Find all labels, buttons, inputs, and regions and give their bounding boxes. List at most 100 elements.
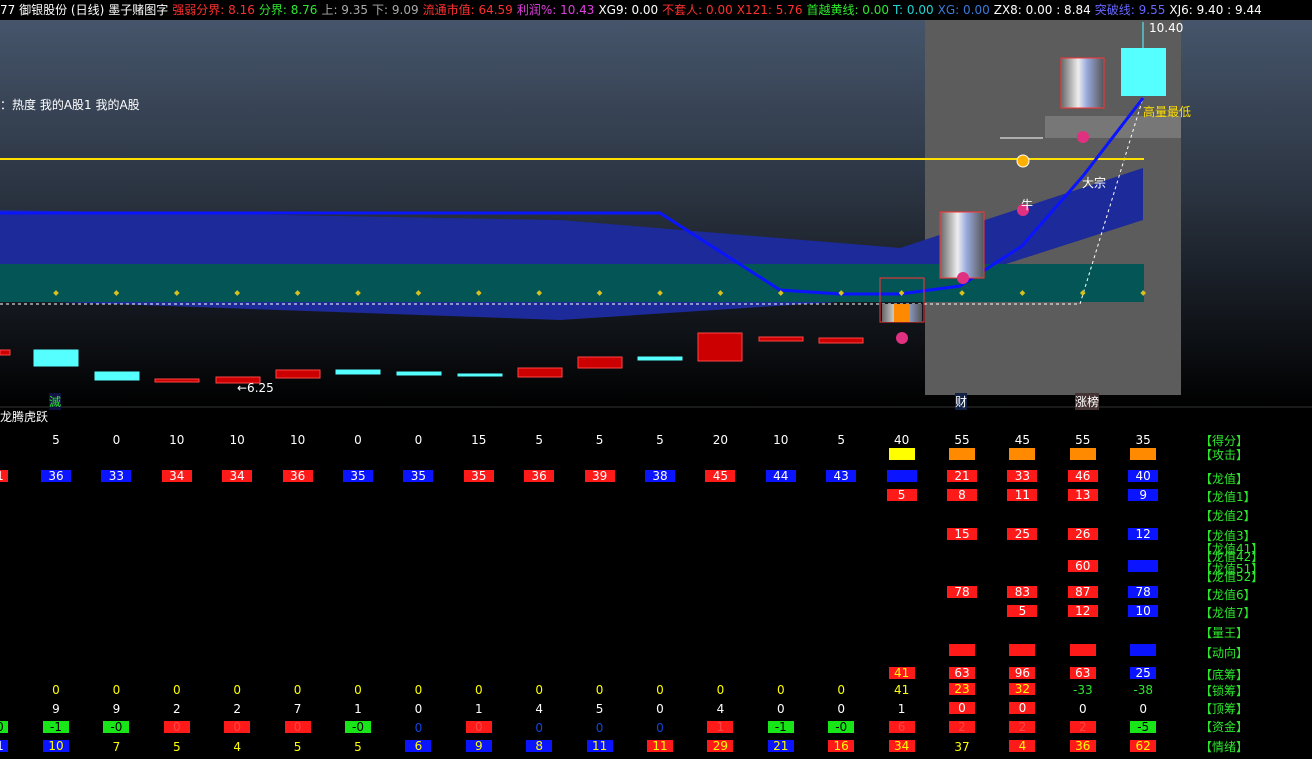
qingxu-value: 21 — [773, 739, 789, 753]
zijin-lead: 0 — [0, 720, 20, 734]
dazong-label: 大宗 — [1082, 176, 1107, 190]
qingxu-value: 9 — [474, 739, 483, 753]
qingxu-value: 34 — [893, 739, 910, 753]
candle-cyan-top — [1121, 48, 1166, 96]
dingchou-value: 0 — [837, 702, 845, 716]
flower-icon — [1077, 131, 1089, 143]
row-label: 【情绪】 — [1200, 740, 1249, 754]
candle — [758, 336, 804, 342]
dingchou-value: 0 — [1018, 701, 1027, 715]
info-item-5: 下: 9.09 — [372, 3, 419, 17]
dingchou-value: 0 — [776, 702, 785, 716]
score-value: 5 — [535, 433, 543, 447]
dingchou-value: 0 — [656, 702, 664, 716]
suochou-value: 41 — [893, 683, 910, 697]
suochou-value: 0 — [474, 683, 483, 697]
qingxu-value: 5 — [172, 740, 181, 754]
score-value: 45 — [1014, 433, 1031, 447]
row-label: 【龙值】 — [1200, 472, 1249, 486]
score-value: 40 — [893, 433, 910, 447]
attack-bar — [949, 448, 975, 460]
price-chart[interactable] — [0, 20, 1312, 408]
zijin-value: 2 — [1018, 720, 1027, 734]
price-low-label: ←6.25 — [237, 381, 274, 395]
zijin-value: 0 — [293, 720, 302, 734]
suochou-value: 0 — [354, 683, 362, 697]
longzhi3-value: 25 — [1014, 527, 1031, 541]
longzhi3-value: 26 — [1075, 527, 1091, 541]
info-item-10: X121: 5.76 — [736, 3, 803, 17]
longzhi-value: 39 — [591, 469, 608, 483]
attack-bar — [1009, 448, 1036, 460]
suochou-value: 0 — [293, 683, 302, 697]
row-label: 【资金】 — [1200, 720, 1249, 734]
score-value: 10 — [773, 433, 789, 447]
dingchou-value: 4 — [716, 702, 725, 716]
dingchou-value: 9 — [112, 702, 121, 716]
qingxu-value: 29 — [712, 739, 729, 753]
zijin-value: 0 — [172, 720, 181, 734]
dingchou-value: 2 — [172, 702, 181, 716]
zijin-value: 0 — [595, 721, 604, 735]
info-item-8: XG9: 0.00 — [598, 3, 659, 17]
dingchou-value: 1 — [897, 702, 906, 716]
row-label: 【龙值1】 — [1200, 490, 1256, 504]
longzhi7-value: 5 — [1018, 604, 1027, 618]
row-label: 【龙值52】 — [1200, 570, 1264, 584]
candle — [577, 356, 623, 369]
qingxu-value: 11 — [652, 739, 668, 753]
suochou-value: 0 — [233, 683, 241, 697]
dingchou-value: 7 — [293, 702, 302, 716]
dichou-value: 41 — [893, 666, 910, 680]
zijin-value: 0 — [474, 720, 483, 734]
suochou-value: 0 — [837, 683, 845, 697]
zijin-value: 0 — [414, 721, 423, 735]
score-value: 55 — [954, 433, 970, 447]
qingxu-value: 62 — [1135, 739, 1151, 753]
longzhi-value-bg — [886, 470, 917, 482]
candle — [0, 349, 11, 356]
zijin-value: 1 — [716, 720, 725, 734]
suochou-value: 32 — [1014, 682, 1031, 696]
candle-orange — [894, 304, 910, 322]
longzhi-value: 36 — [289, 469, 306, 483]
info-item-15: 突破线: 9.55 — [1094, 3, 1166, 17]
candle — [637, 356, 683, 361]
suochou-value: 0 — [776, 683, 785, 697]
score-value: 55 — [1075, 433, 1091, 447]
candle — [335, 369, 381, 375]
score-value: 15 — [471, 433, 487, 447]
dingchou-value: 0 — [1139, 702, 1147, 716]
flower-icon — [896, 332, 908, 344]
qingxu-value: 4 — [233, 740, 241, 754]
target-icon — [1016, 154, 1030, 168]
row-label: 【攻击】 — [1200, 448, 1249, 462]
longzhi-value: 33 — [1014, 469, 1031, 483]
score-value: 10 — [229, 433, 245, 447]
longzhi-value: 44 — [773, 469, 789, 483]
suochou-value: 0 — [172, 683, 181, 697]
longzhi-value: 46 — [1075, 469, 1091, 483]
score-value: 10 — [289, 433, 306, 447]
candle — [517, 367, 563, 378]
dichou-value: 96 — [1014, 666, 1031, 680]
candle — [33, 349, 79, 367]
suochou-value: 0 — [656, 683, 664, 697]
dichou-value: 63 — [954, 666, 970, 680]
longzhi-value: 36 — [531, 469, 547, 483]
longzhi6-value: 78 — [1135, 585, 1151, 599]
qingxu-value: 36 — [1075, 739, 1091, 753]
longzhi7-value: 10 — [1135, 604, 1151, 618]
dingchou-value: 0 — [1078, 702, 1087, 716]
score-value: 20 — [712, 433, 729, 447]
longzhi1-value: 8 — [958, 488, 966, 502]
longzhi3-value: 12 — [1135, 527, 1151, 541]
zijin-value: 0 — [535, 721, 543, 735]
suochou-value: -38 — [1133, 683, 1153, 697]
candle — [275, 369, 321, 379]
dingchou-value: 0 — [414, 702, 423, 716]
zijin-value: -0 — [835, 720, 848, 734]
longzhi6-value: 83 — [1014, 585, 1031, 599]
suochou-value: 0 — [52, 683, 60, 697]
candle — [94, 371, 140, 381]
